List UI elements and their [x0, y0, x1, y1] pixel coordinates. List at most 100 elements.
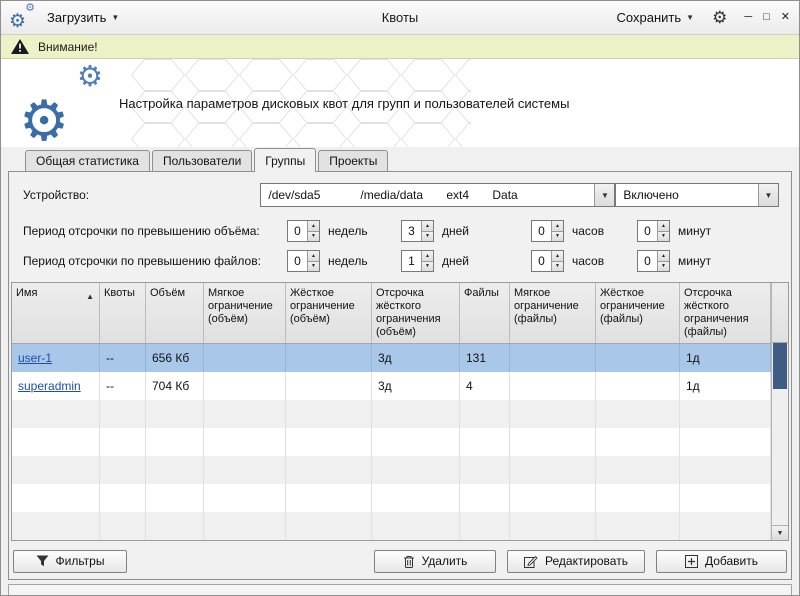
spin-up-button[interactable]: ▲: [422, 251, 433, 262]
delete-button[interactable]: Удалить: [374, 550, 496, 573]
cell: 3д: [372, 344, 460, 372]
spin-down-button[interactable]: ▼: [422, 262, 433, 272]
column-header[interactable]: Файлы: [460, 283, 510, 343]
table-row[interactable]: [12, 428, 771, 456]
scrollbar-fill: [772, 389, 788, 525]
scrollbar-track[interactable]: ▼: [772, 343, 788, 540]
device-combobox[interactable]: /dev/sda5/media/dataext4Data ▼: [260, 183, 615, 207]
spin-up-button[interactable]: ▲: [552, 251, 563, 262]
spin-up-button[interactable]: ▲: [308, 251, 319, 262]
column-header[interactable]: Квоты: [100, 283, 146, 343]
table-row[interactable]: [12, 456, 771, 484]
table-row[interactable]: superadmin--704 Кб3д41д: [12, 372, 771, 400]
spin-value[interactable]: 3: [402, 221, 421, 241]
cell: [596, 456, 680, 484]
warning-icon: [11, 39, 29, 54]
combo-dropdown-button[interactable]: ▼: [594, 184, 614, 206]
spin-value[interactable]: 0: [288, 221, 307, 241]
resize-grip[interactable]: [776, 592, 790, 596]
settings-gear-icon[interactable]: ⚙: [710, 9, 729, 26]
spin-down-button[interactable]: ▼: [308, 262, 319, 272]
scrollbar-thumb[interactable]: [773, 343, 787, 389]
column-header[interactable]: Жёсткое ограничение (файлы): [596, 283, 680, 343]
cell: [204, 372, 286, 400]
cell: [372, 512, 460, 540]
spin-value[interactable]: 1: [402, 251, 421, 271]
cell: [146, 484, 204, 512]
spinbox[interactable]: 0▲▼: [287, 250, 320, 272]
close-button[interactable]: ✕: [780, 10, 791, 25]
spinbox[interactable]: 0▲▼: [287, 220, 320, 242]
maximize-button[interactable]: □: [762, 10, 771, 25]
device-part: /dev/sda5: [268, 188, 360, 202]
spinbox[interactable]: 3▲▼: [401, 220, 434, 242]
spinbox[interactable]: 0▲▼: [531, 250, 564, 272]
filters-button[interactable]: Фильтры: [13, 550, 127, 573]
add-button[interactable]: Добавить: [656, 550, 787, 573]
spinbox[interactable]: 0▲▼: [637, 220, 670, 242]
cell: [460, 484, 510, 512]
gear-icon: ⚙: [9, 12, 26, 31]
tab[interactable]: Общая статистика: [25, 150, 150, 171]
spin-value[interactable]: 0: [288, 251, 307, 271]
plus-icon: [685, 555, 698, 568]
spin-down-button[interactable]: ▼: [658, 232, 669, 242]
load-menu-button[interactable]: Загрузить ▼: [41, 6, 125, 29]
column-header[interactable]: Мягкое ограничение (файлы): [510, 283, 596, 343]
table-row[interactable]: user-1--656 Кб3д1311д: [12, 344, 771, 372]
column-header-label: Мягкое ограничение (файлы): [514, 287, 579, 325]
vertical-scrollbar[interactable]: ▼: [771, 283, 788, 540]
cell: [286, 372, 372, 400]
quota-state-combobox[interactable]: Включено ▼: [615, 183, 779, 207]
spinbox[interactable]: 1▲▼: [401, 250, 434, 272]
table-row[interactable]: [12, 400, 771, 428]
chevron-down-icon: ▼: [111, 13, 119, 22]
scrollbar-header-cap: [772, 283, 788, 343]
cell: [596, 400, 680, 428]
spin-up-button[interactable]: ▲: [658, 221, 669, 232]
table-row[interactable]: [12, 512, 771, 540]
column-header[interactable]: Жёсткое ограничение (объём): [286, 283, 372, 343]
edit-button[interactable]: Редактировать: [507, 550, 645, 573]
cell: [12, 512, 100, 540]
column-header[interactable]: Мягкое ограничение (объём): [204, 283, 286, 343]
tab[interactable]: Пользователи: [152, 150, 252, 171]
cell: [100, 400, 146, 428]
spin-down-button[interactable]: ▼: [552, 262, 563, 272]
column-header[interactable]: Отсрочка жёсткого ограничения (объём): [372, 283, 460, 343]
spin-up-button[interactable]: ▲: [658, 251, 669, 262]
grace-row: Период отсрочки по превышению файлов:0▲▼…: [23, 248, 779, 274]
app-gears-icon: ⚙ ⚙: [9, 5, 35, 31]
spin-value[interactable]: 0: [638, 251, 657, 271]
spin-down-button[interactable]: ▼: [658, 262, 669, 272]
name-link[interactable]: user-1: [18, 351, 52, 365]
spin-down-button[interactable]: ▼: [308, 232, 319, 242]
grace-field: 0▲▼часов: [531, 220, 637, 242]
minimize-button[interactable]: ─: [743, 10, 753, 25]
column-header[interactable]: Отсрочка жёсткого ограничения (файлы): [680, 283, 771, 343]
cell: [100, 512, 146, 540]
column-header[interactable]: Имя▲: [12, 283, 100, 343]
name-link[interactable]: superadmin: [18, 379, 81, 393]
spin-value[interactable]: 0: [532, 221, 551, 241]
tab[interactable]: Группы: [254, 148, 316, 172]
table-row[interactable]: [12, 484, 771, 512]
spin-up-button[interactable]: ▲: [308, 221, 319, 232]
cell: [204, 400, 286, 428]
cell: [372, 484, 460, 512]
tab[interactable]: Проекты: [318, 150, 388, 171]
spin-up-button[interactable]: ▲: [422, 221, 433, 232]
save-menu-button[interactable]: Сохранить ▼: [611, 6, 701, 29]
combo-dropdown-button[interactable]: ▼: [758, 184, 778, 206]
spin-up-button[interactable]: ▲: [552, 221, 563, 232]
column-header[interactable]: Объём: [146, 283, 204, 343]
cell: [12, 456, 100, 484]
spinbox[interactable]: 0▲▼: [637, 250, 670, 272]
spin-value[interactable]: 0: [532, 251, 551, 271]
spin-value[interactable]: 0: [638, 221, 657, 241]
spin-buttons: ▲▼: [551, 251, 563, 271]
spin-down-button[interactable]: ▼: [552, 232, 563, 242]
spinbox[interactable]: 0▲▼: [531, 220, 564, 242]
spin-down-button[interactable]: ▼: [422, 232, 433, 242]
scroll-down-button[interactable]: ▼: [772, 525, 788, 540]
